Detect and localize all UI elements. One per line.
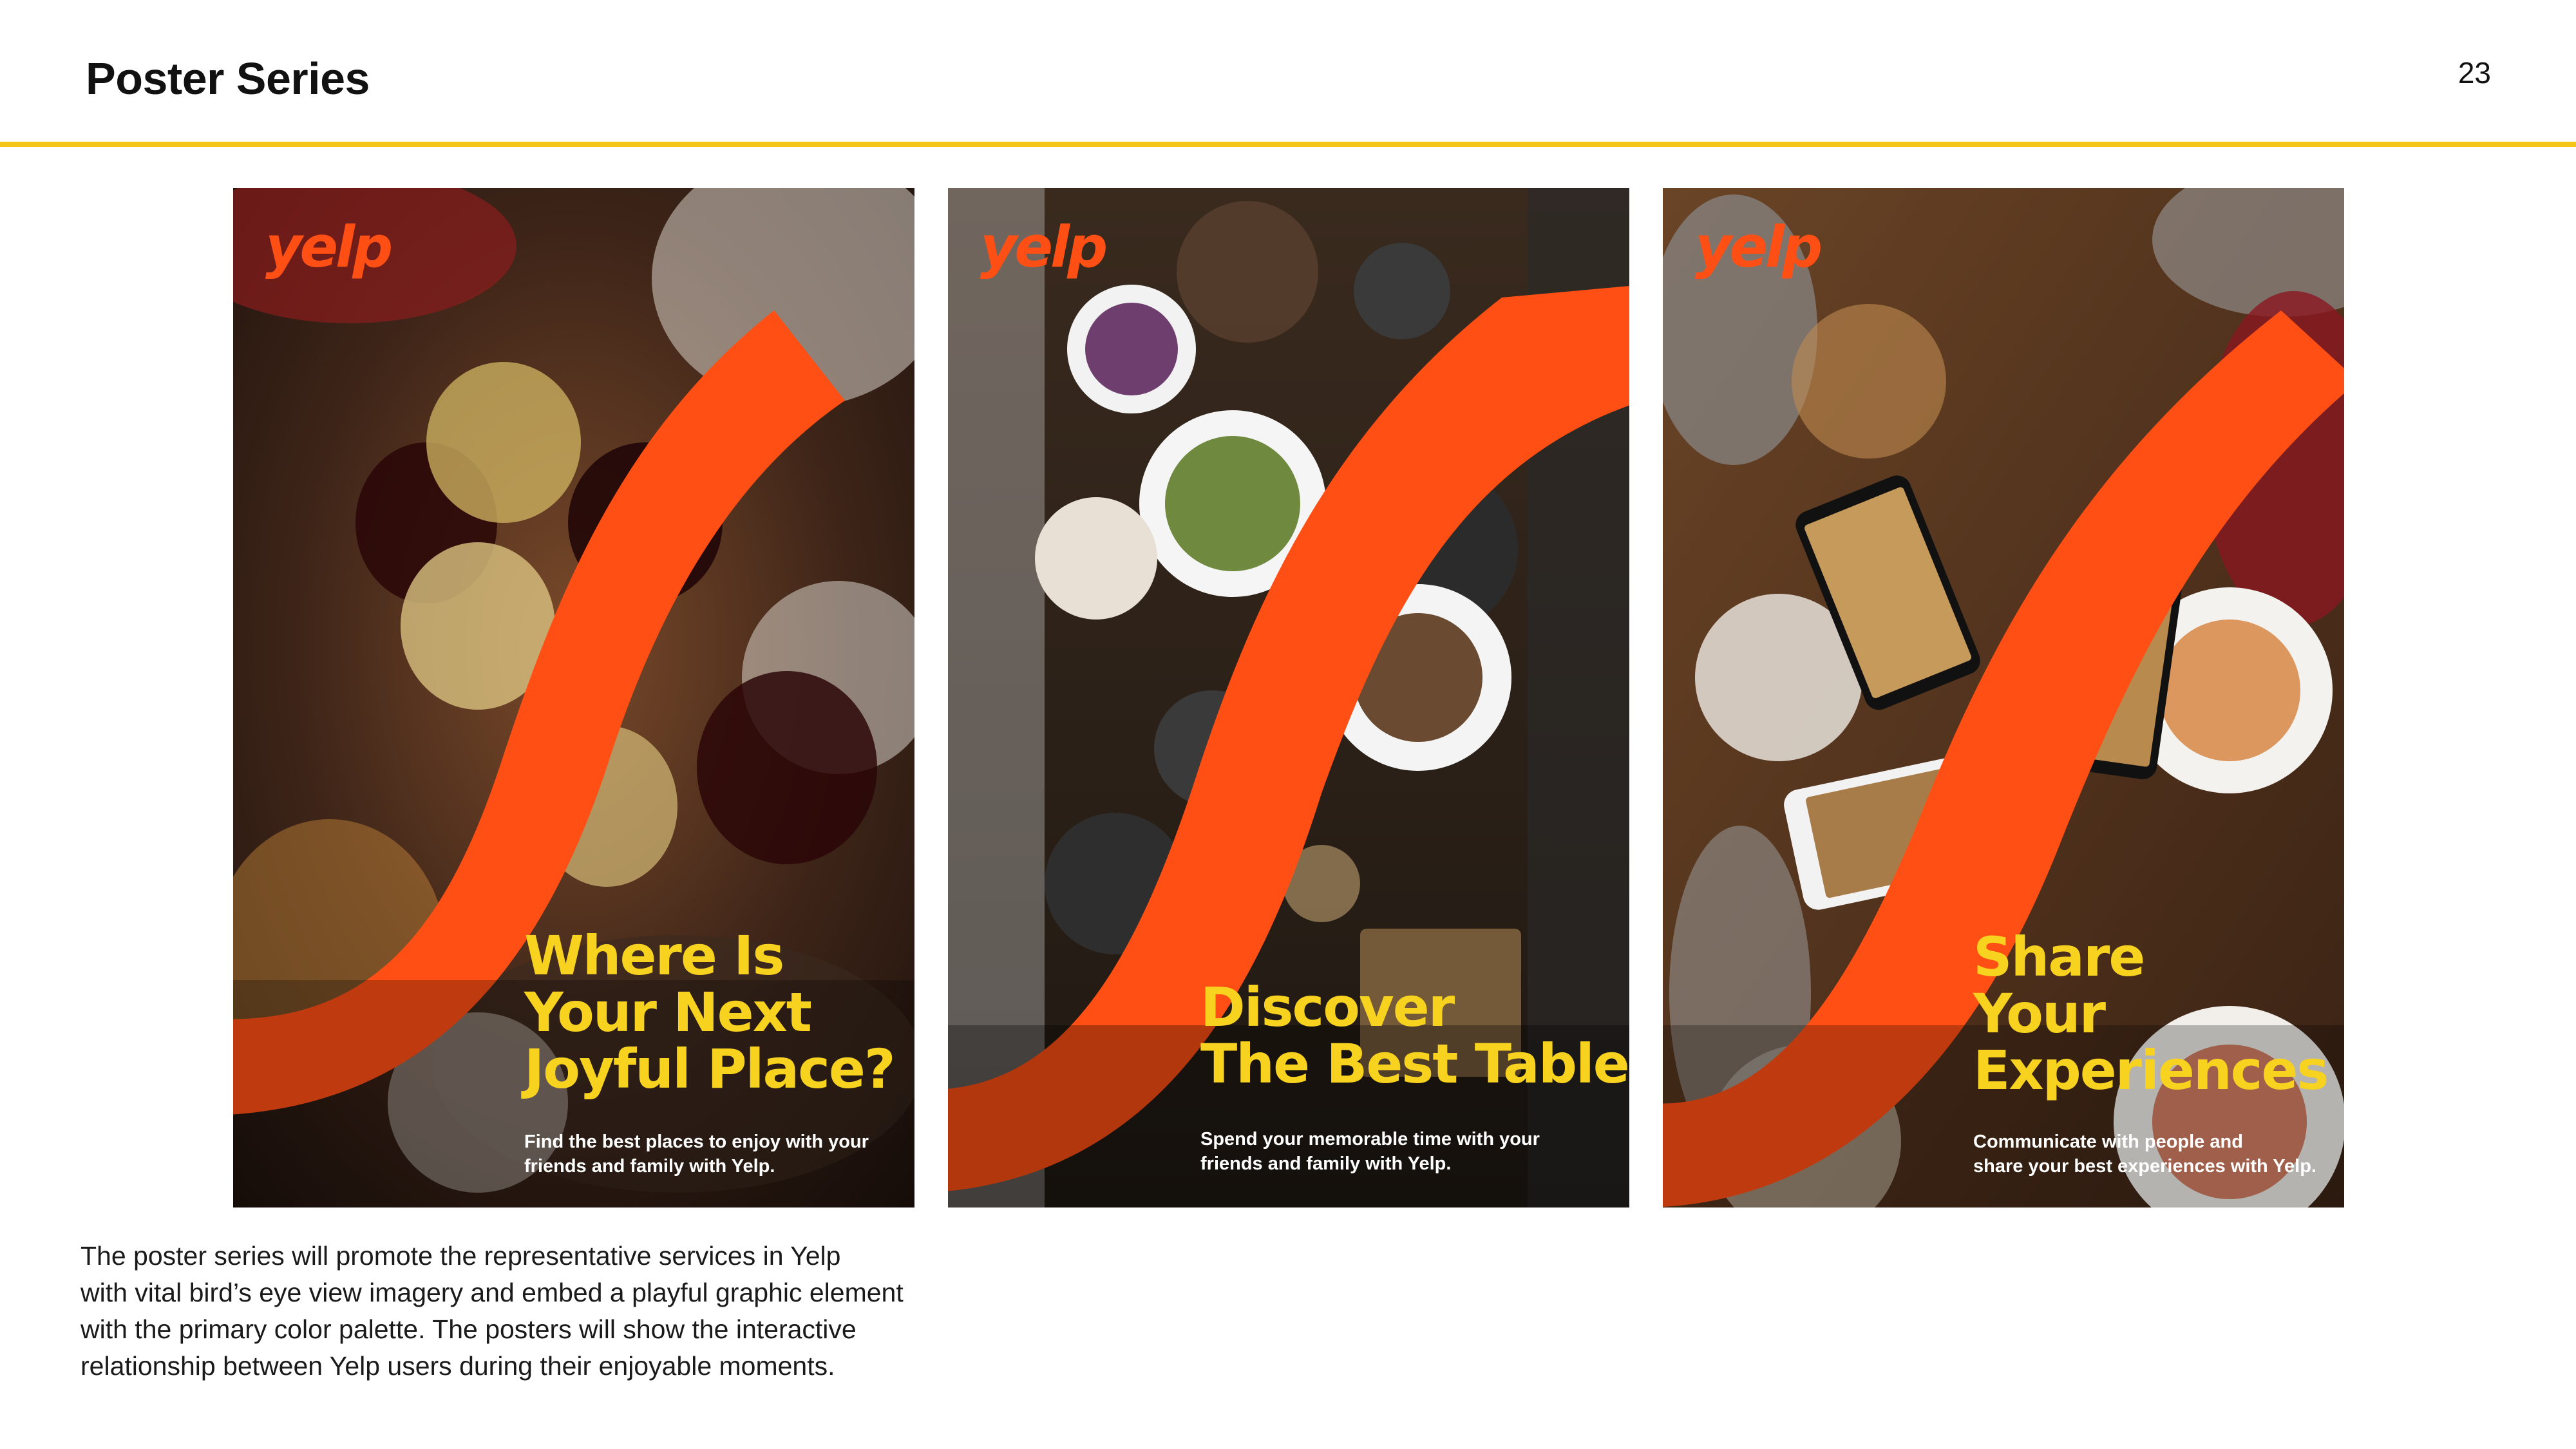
page-number: 23 (2458, 56, 2491, 90)
poster-headline: Where Is Your Next Joyful Place? (524, 924, 896, 1101)
poster-best-table: yelp Discover The Best Table Spend your … (948, 188, 1629, 1208)
header-divider (0, 142, 2576, 147)
page-title: Poster Series (86, 53, 370, 104)
poster-headline: Discover The Best Table (1200, 976, 1629, 1095)
description-paragraph: The poster series will promote the repre… (80, 1241, 904, 1381)
poster-share-experiences: yelp Share Your Experiences Communicate … (1663, 188, 2344, 1208)
poster-tagline: Find the best places to enjoy with your … (524, 1132, 869, 1177)
poster-tagline: Communicate with people and share your b… (1973, 1132, 2316, 1177)
poster-tagline: Spend your memorable time with your frie… (1200, 1129, 1540, 1174)
yelp-logo: yelp (1695, 214, 1823, 280)
yelp-logo: yelp (980, 214, 1108, 280)
poster-headline: Share Your Experiences (1973, 925, 2329, 1102)
poster-joyful-place: yelp Where Is Your Next Joyful Place? Fi… (233, 188, 914, 1208)
yelp-logo: yelp (265, 214, 393, 280)
